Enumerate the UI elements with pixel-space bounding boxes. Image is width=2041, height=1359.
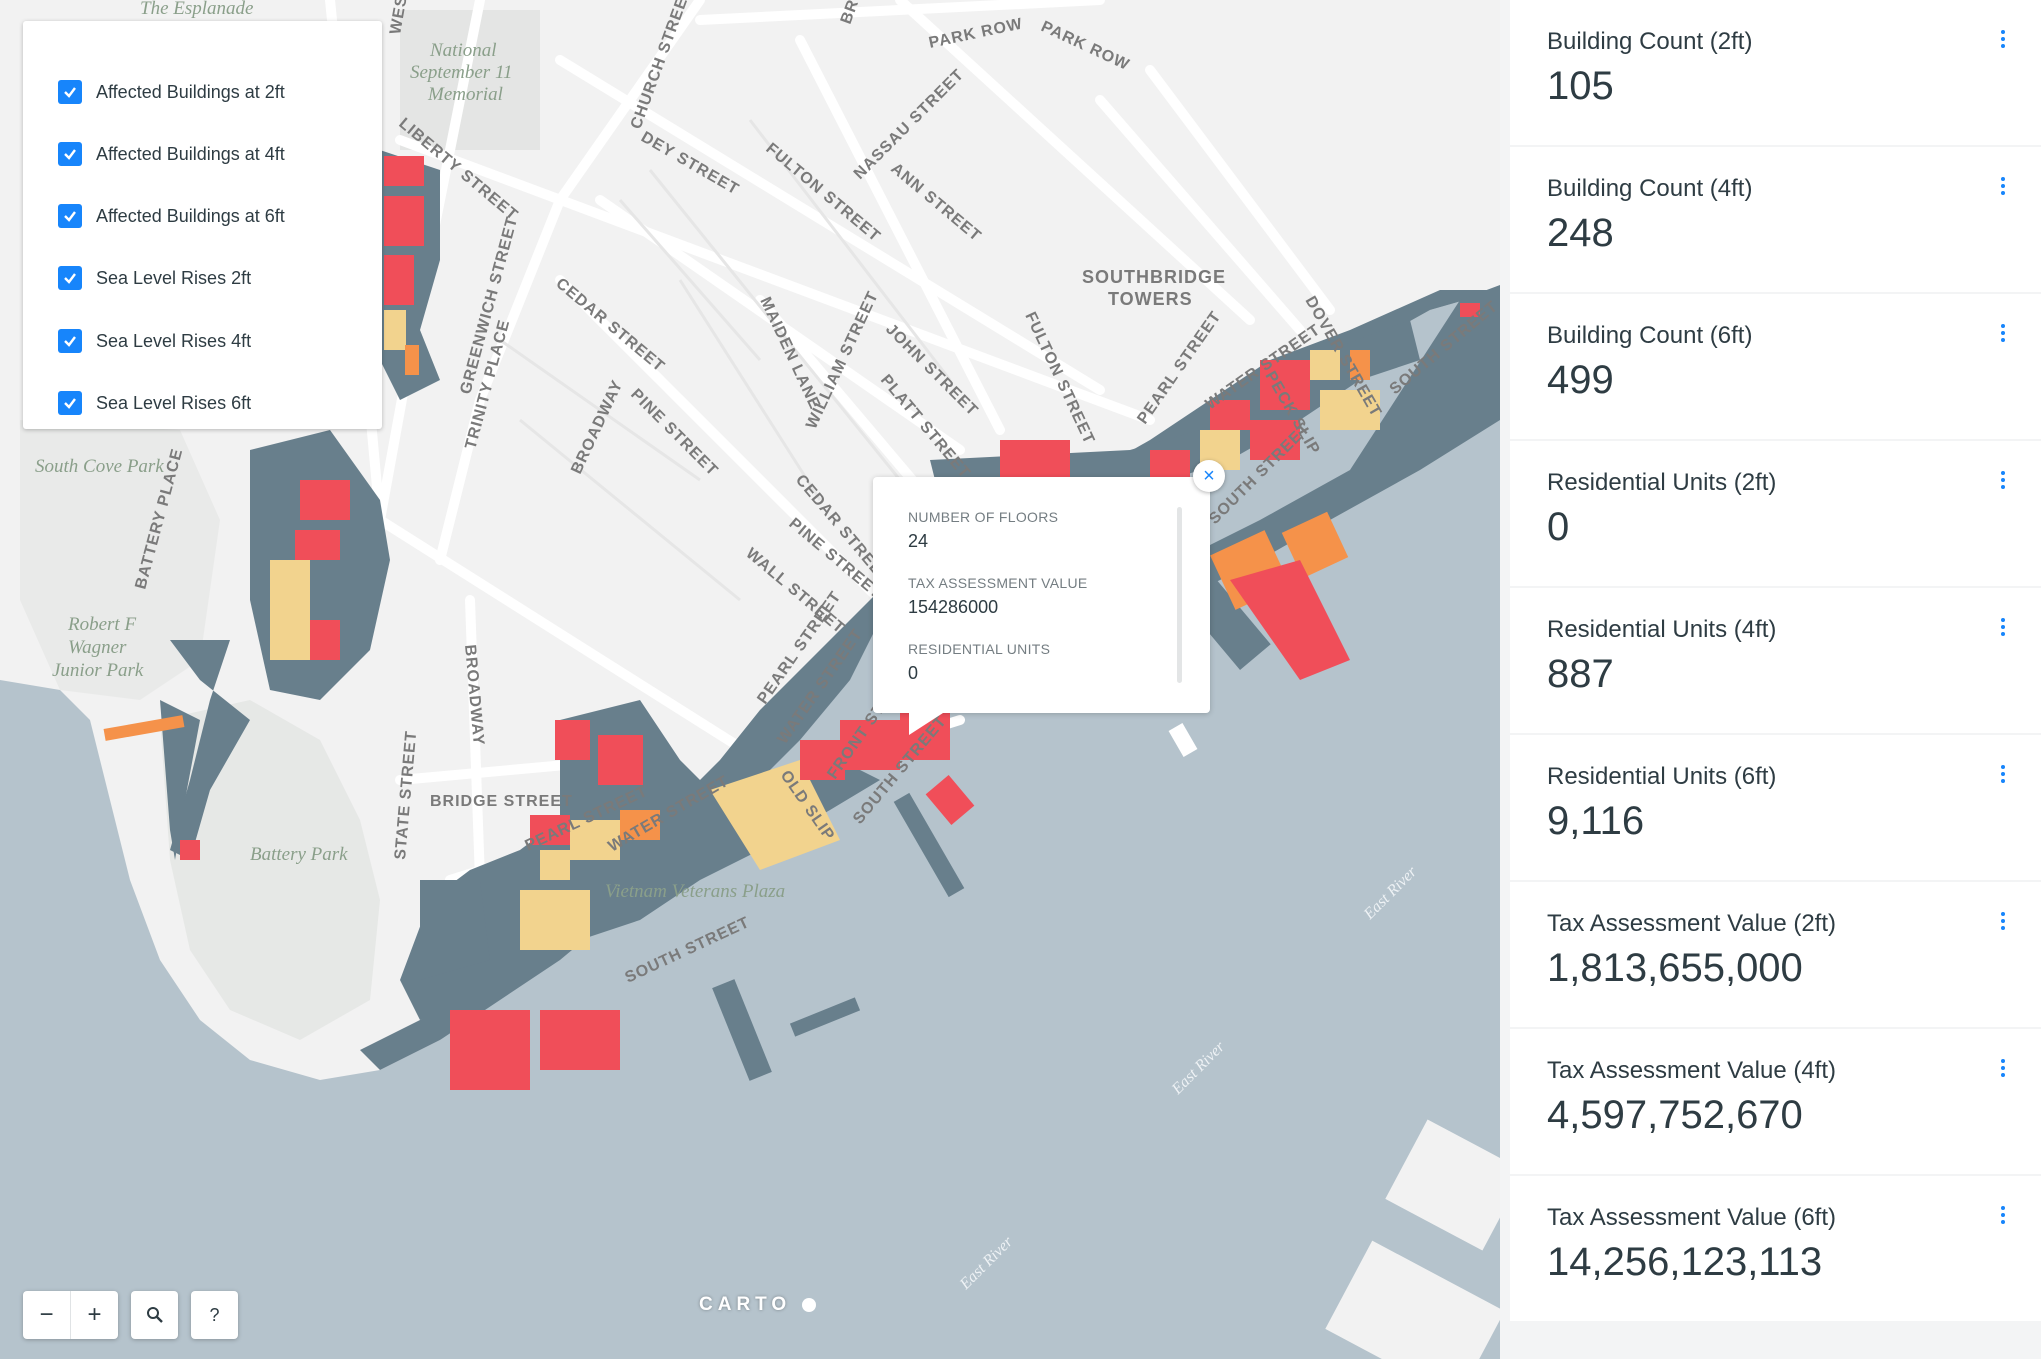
widgets-panel: Building Count (2ft) 105 Building Count … [1500, 0, 2041, 1359]
widget-title: Tax Assessment Value (2ft) [1547, 910, 1837, 937]
widget-building-count-6ft: Building Count (6ft) 499 [1510, 294, 2041, 439]
svg-text:September 11: September 11 [410, 62, 513, 83]
popup-key-floors: NUMBER OF FLOORS [908, 509, 1059, 525]
more-options-icon[interactable] [2001, 177, 2005, 195]
layer-item-sea-level-4ft[interactable]: Sea Level Rises 4ft [58, 326, 251, 356]
checkbox-icon[interactable] [58, 266, 82, 290]
widget-value: 1,813,655,000 [1547, 946, 1803, 990]
popup-scrollbar[interactable] [1177, 507, 1182, 683]
widget-building-count-2ft: Building Count (2ft) 105 [1510, 0, 2041, 145]
popup-close-button[interactable]: × [1193, 460, 1225, 492]
layer-item-buildings-2ft[interactable]: Affected Buildings at 2ft [58, 77, 285, 107]
widget-residential-units-4ft: Residential Units (4ft) 887 [1510, 588, 2041, 733]
search-icon [146, 1307, 163, 1323]
layer-label: Affected Buildings at 6ft [96, 205, 285, 226]
checkbox-icon[interactable] [58, 391, 82, 415]
widget-title: Residential Units (4ft) [1547, 616, 1777, 643]
widget-value: 248 [1547, 211, 1614, 255]
widget-value: 4,597,752,670 [1547, 1093, 1803, 1137]
layer-item-sea-level-6ft[interactable]: Sea Level Rises 6ft [58, 388, 251, 418]
widget-value: 9,116 [1547, 799, 1645, 843]
svg-text:East River: East River [1168, 1038, 1229, 1099]
checkbox-icon[interactable] [58, 329, 82, 353]
svg-text:Memorial: Memorial [427, 84, 503, 105]
layer-selector-panel: Affected Buildings at 2ft Affected Build… [23, 21, 382, 429]
svg-text:BRIDGE STREET: BRIDGE STREET [430, 793, 573, 810]
minus-icon: − [39, 1301, 54, 1328]
more-options-icon[interactable] [2001, 1059, 2005, 1077]
widget-value: 105 [1547, 64, 1614, 108]
help-button[interactable]: ? [191, 1291, 238, 1339]
layer-item-sea-level-2ft[interactable]: Sea Level Rises 2ft [58, 263, 251, 293]
widget-building-count-4ft: Building Count (4ft) 248 [1510, 147, 2041, 292]
svg-text:The Esplanade: The Esplanade [140, 0, 253, 19]
more-options-icon[interactable] [2001, 765, 2005, 783]
checkbox-icon[interactable] [58, 80, 82, 104]
svg-text:Robert F: Robert F [67, 614, 136, 635]
svg-text:Battery Park: Battery Park [250, 844, 348, 865]
more-options-icon[interactable] [2001, 912, 2005, 930]
svg-text:SOUTH STREET: SOUTH STREET [623, 914, 753, 987]
layer-item-buildings-4ft[interactable]: Affected Buildings at 4ft [58, 139, 285, 169]
svg-text:Junior Park: Junior Park [52, 660, 144, 681]
widget-title: Building Count (2ft) [1547, 28, 1753, 55]
popup-tail [909, 713, 943, 735]
svg-text:National: National [429, 40, 497, 61]
widget-residential-units-2ft: Residential Units (2ft) 0 [1510, 441, 2041, 586]
help-icon: ? [209, 1304, 220, 1325]
more-options-icon[interactable] [2001, 1206, 2005, 1224]
popup-key-units: RESIDENTIAL UNITS [908, 641, 1051, 657]
popup-key-tax: TAX ASSESSMENT VALUE [908, 575, 1088, 591]
zoom-out-button[interactable]: − [23, 1291, 70, 1339]
more-options-icon[interactable] [2001, 618, 2005, 636]
widget-tax-assessment-2ft: Tax Assessment Value (2ft) 1,813,655,000 [1510, 882, 2041, 1027]
close-icon: × [1203, 465, 1215, 487]
more-options-icon[interactable] [2001, 30, 2005, 48]
widget-title: Tax Assessment Value (4ft) [1547, 1057, 1837, 1084]
popup-value-floors: 24 [908, 531, 929, 551]
svg-text:Wagner: Wagner [68, 637, 127, 658]
layer-item-buildings-6ft[interactable]: Affected Buildings at 6ft [58, 201, 285, 231]
carto-logo: CARTO [699, 1294, 816, 1316]
widget-tax-assessment-4ft: Tax Assessment Value (4ft) 4,597,752,670 [1510, 1029, 2041, 1174]
zoom-in-button[interactable]: + [71, 1291, 118, 1339]
widget-value: 0 [1547, 505, 1570, 549]
checkbox-icon[interactable] [58, 142, 82, 166]
more-options-icon[interactable] [2001, 324, 2005, 342]
widget-residential-units-6ft: Residential Units (6ft) 9,116 [1510, 735, 2041, 880]
widget-value: 14,256,123,113 [1547, 1240, 1823, 1284]
zoom-controls: − + [23, 1291, 118, 1339]
svg-text:South Cove Park: South Cove Park [35, 456, 164, 477]
svg-text:Vietnam Veterans Plaza: Vietnam Veterans Plaza [605, 881, 785, 902]
widget-title: Tax Assessment Value (6ft) [1547, 1204, 1837, 1231]
svg-text:TOWERS: TOWERS [1108, 289, 1193, 309]
layer-label: Sea Level Rises 2ft [96, 267, 252, 288]
widget-title: Building Count (4ft) [1547, 175, 1753, 202]
svg-text:East River: East River [956, 1233, 1017, 1294]
svg-text:SOUTHBRIDGE: SOUTHBRIDGE [1082, 267, 1226, 287]
svg-text:East River: East River [1360, 863, 1421, 924]
layer-label: Affected Buildings at 4ft [96, 143, 285, 164]
layer-label: Sea Level Rises 6ft [96, 392, 252, 413]
feature-popup: NUMBER OF FLOORS 24 TAX ASSESSMENT VALUE… [873, 477, 1210, 735]
layer-label: Sea Level Rises 4ft [96, 330, 252, 351]
widget-title: Residential Units (2ft) [1547, 469, 1777, 496]
more-options-icon[interactable] [2001, 471, 2005, 489]
widget-title: Building Count (6ft) [1547, 322, 1753, 349]
popup-value-units: 0 [908, 663, 919, 683]
plus-icon: + [87, 1301, 102, 1328]
widget-title: Residential Units (6ft) [1547, 763, 1777, 790]
widget-value: 887 [1547, 652, 1614, 696]
search-button[interactable] [131, 1291, 178, 1339]
widget-value: 499 [1547, 358, 1614, 402]
widget-tax-assessment-6ft: Tax Assessment Value (6ft) 14,256,123,11… [1510, 1176, 2041, 1321]
popup-value-tax: 154286000 [908, 597, 999, 617]
layer-label: Affected Buildings at 2ft [96, 81, 285, 102]
checkbox-icon[interactable] [58, 204, 82, 228]
